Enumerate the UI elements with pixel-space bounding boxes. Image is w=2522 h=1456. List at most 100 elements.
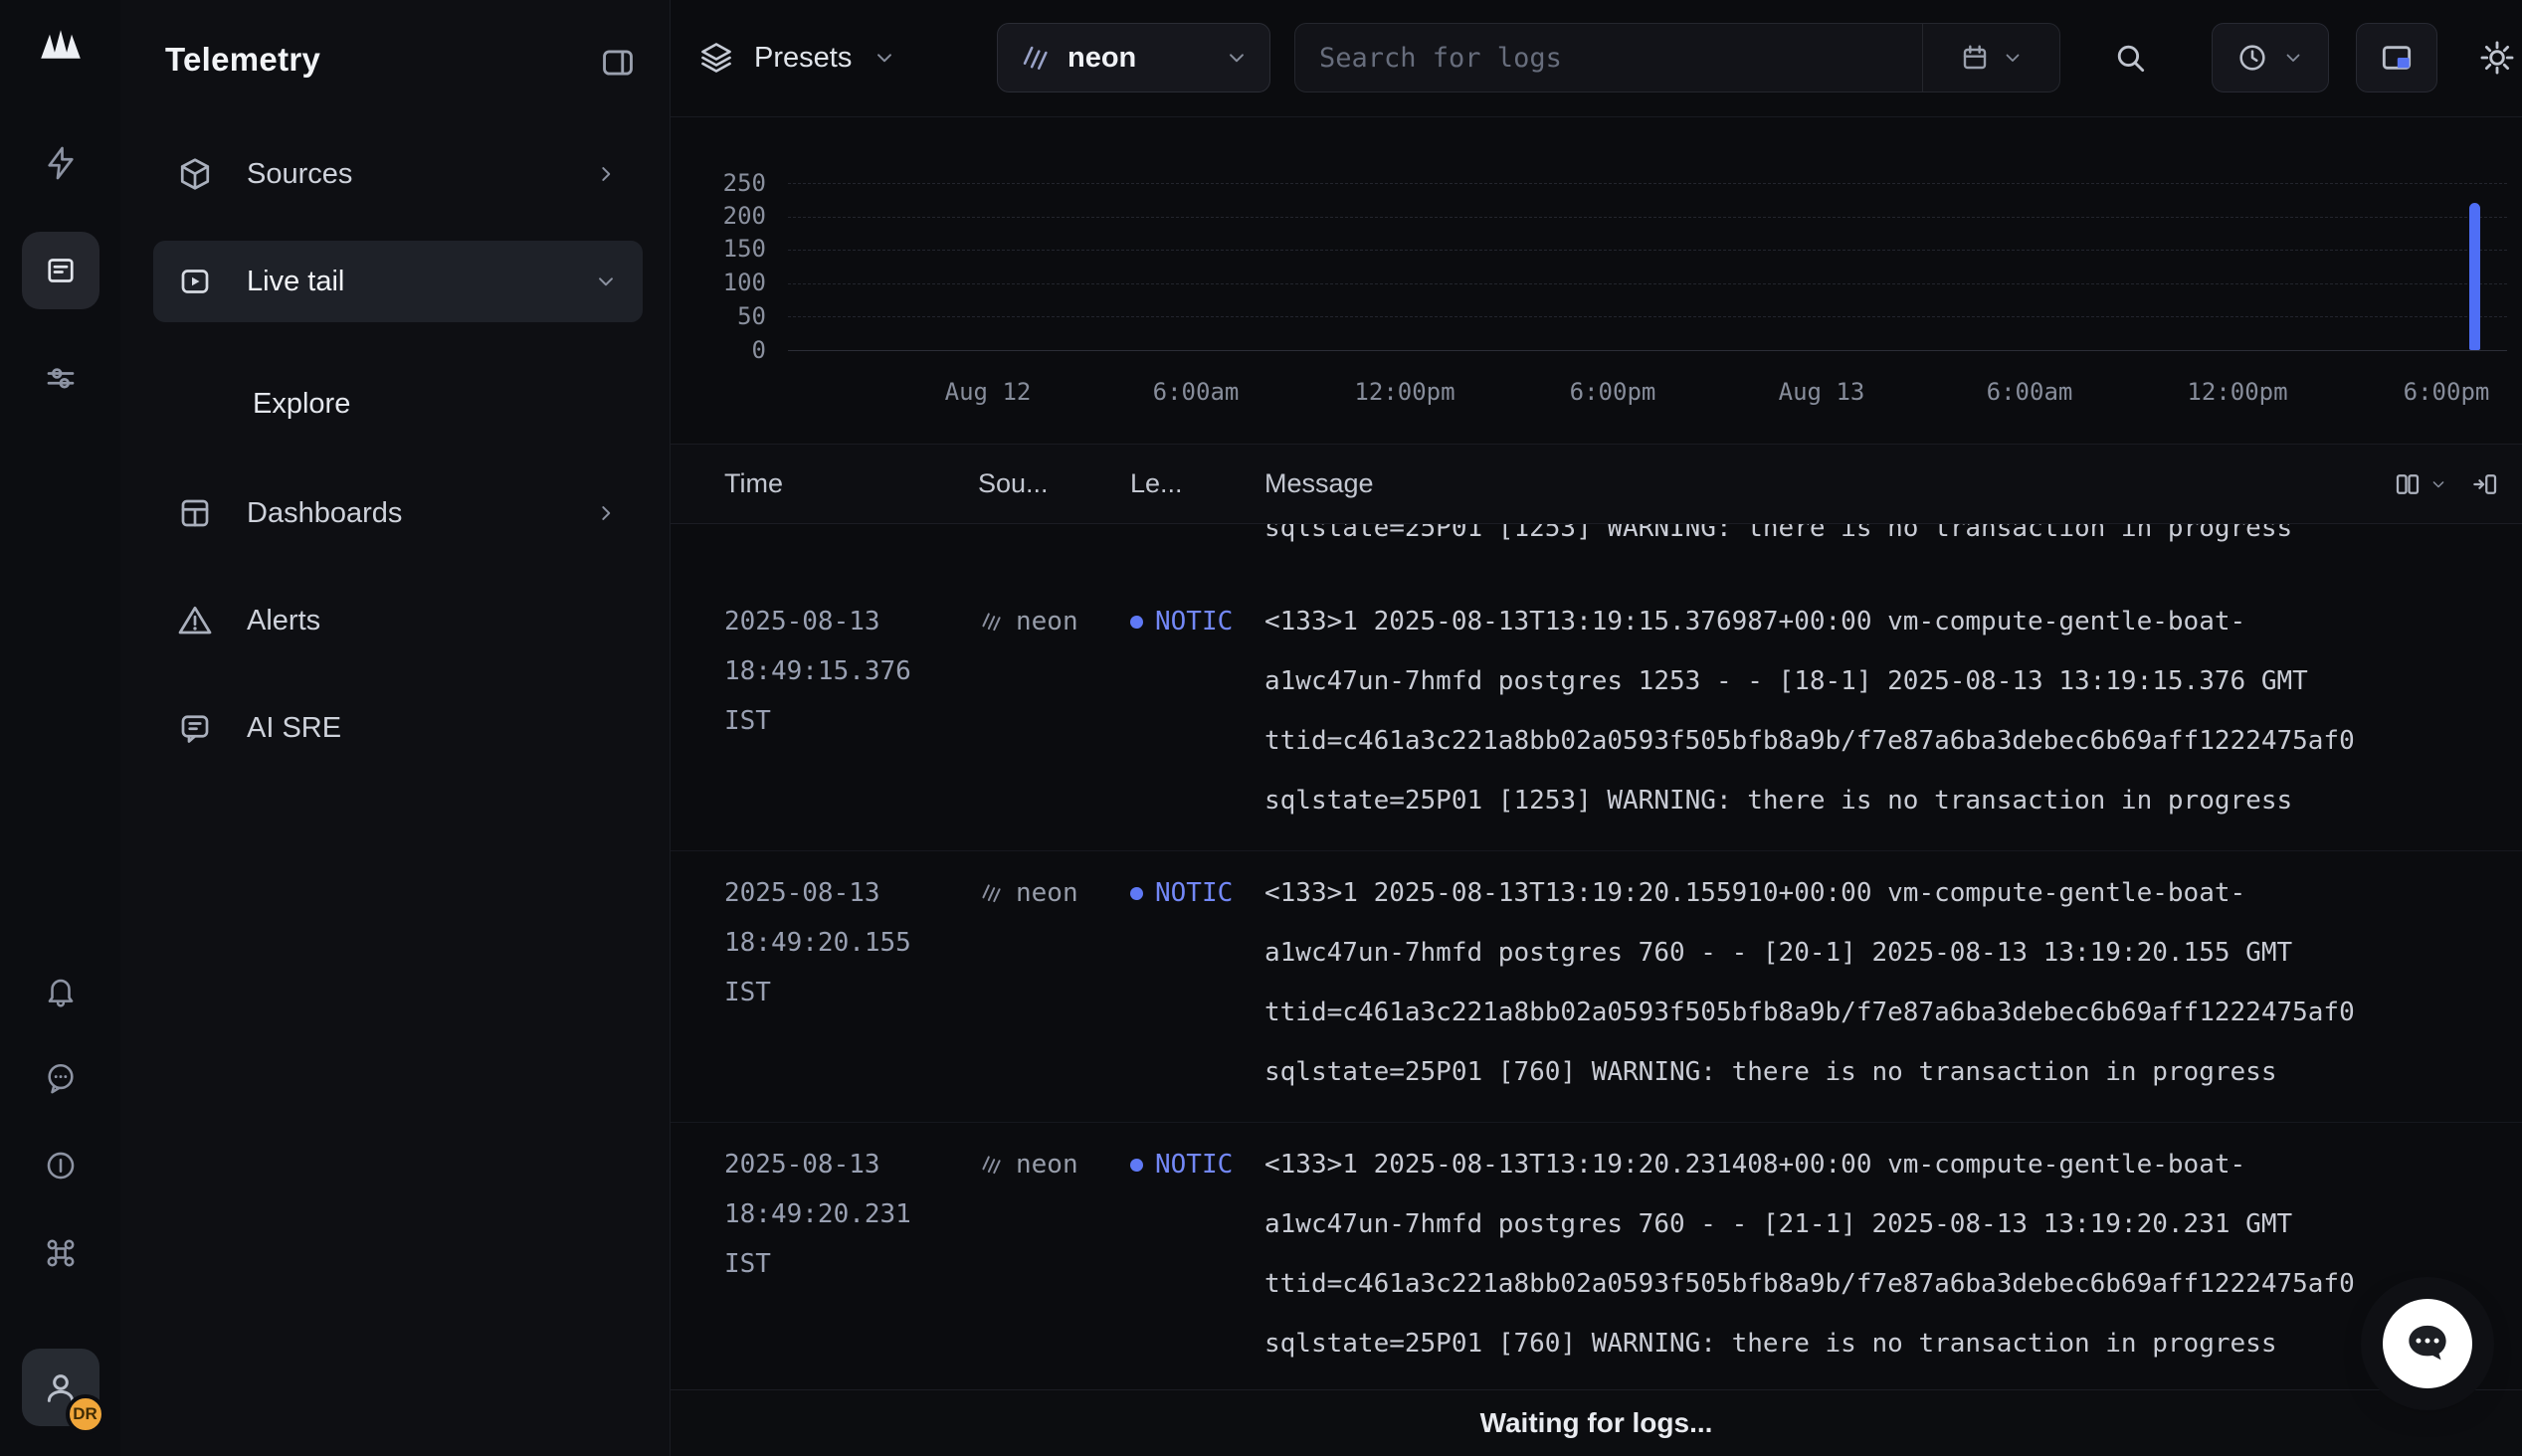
run-search-button[interactable] xyxy=(2100,23,2160,92)
y-tick-label: 100 xyxy=(671,269,766,296)
expand-columns-button[interactable] xyxy=(2470,469,2500,499)
main-content: Presets neon xyxy=(671,0,2522,1456)
bell-icon xyxy=(44,974,78,1007)
source-selector[interactable]: neon xyxy=(997,23,1270,92)
y-tick-label: 200 xyxy=(671,202,766,230)
x-tick-label: Aug 13 xyxy=(1779,378,1865,406)
save-view-button[interactable] xyxy=(2356,23,2437,92)
chat-dots-icon xyxy=(44,1061,78,1095)
message-icon xyxy=(177,710,213,746)
presets-label: Presets xyxy=(754,42,852,75)
page-title: Telemetry xyxy=(165,38,320,82)
sidebar-header: Telemetry xyxy=(153,30,643,133)
x-tick-label: Aug 12 xyxy=(945,378,1032,406)
y-tick-label: 250 xyxy=(671,169,766,197)
log-row-clipped[interactable]: sqlstate=25P01 [1253] WARNING: there is … xyxy=(671,524,2522,580)
grid-icon xyxy=(177,495,213,531)
presets-dropdown[interactable]: Presets xyxy=(688,23,907,92)
source-icon xyxy=(978,609,1004,635)
level-dot xyxy=(1130,1159,1143,1172)
gridline xyxy=(788,250,2507,251)
cube-icon xyxy=(177,156,213,192)
chevron-down-icon xyxy=(2428,474,2448,494)
command-icon xyxy=(44,1236,78,1270)
log-level: NOTIC xyxy=(1130,592,1264,651)
sidebar-item-label: Dashboards xyxy=(247,497,402,530)
chart-plot-area xyxy=(788,183,2507,350)
saved-filters-button[interactable] xyxy=(1922,24,2059,91)
log-message: <133>1 2025-08-13T13:19:15.376987+00:00 … xyxy=(1264,592,2522,830)
time-range-dropdown[interactable] xyxy=(2212,23,2329,92)
source-icon xyxy=(978,880,1004,906)
x-tick-label: 12:00pm xyxy=(1354,378,1455,406)
log-search-bar xyxy=(1294,23,2060,92)
log-level: NOTIC xyxy=(1130,1135,1264,1194)
user-avatar[interactable]: DR xyxy=(22,1349,99,1426)
chat-fab[interactable] xyxy=(2383,1299,2472,1388)
rail-item-quickstart[interactable] xyxy=(22,124,99,202)
sidebar-item-label: Live tail xyxy=(247,266,344,298)
chevron-down-icon xyxy=(2281,46,2305,70)
sidebar-item-label: Alerts xyxy=(247,605,320,637)
log-source: neon xyxy=(978,592,1130,651)
log-source: neon xyxy=(978,863,1130,923)
log-level: NOTIC xyxy=(1130,863,1264,923)
level-dot xyxy=(1130,887,1143,900)
settings-button[interactable] xyxy=(2467,23,2522,92)
log-row[interactable]: 2025-08-1318:49:15.376IST neon NOTIC <13… xyxy=(671,580,2522,851)
status-circle-icon xyxy=(44,1149,78,1183)
x-axis-line xyxy=(788,350,2507,351)
live-tail-icon xyxy=(177,264,213,299)
sidebar-item-sources[interactable]: Sources xyxy=(153,133,643,215)
log-message-clipped: sqlstate=25P01 [1253] WARNING: there is … xyxy=(1264,524,2522,558)
columns-icon xyxy=(2393,469,2423,499)
search-input[interactable] xyxy=(1295,24,1922,91)
sidebar-item-label: AI SRE xyxy=(247,712,341,745)
y-tick-label: 0 xyxy=(671,336,766,364)
calendar-icon xyxy=(1959,42,1991,74)
log-row[interactable]: 2025-08-1318:49:20.155IST neon NOTIC <13… xyxy=(671,851,2522,1123)
gridline xyxy=(788,316,2507,317)
feedback-button[interactable] xyxy=(35,1052,87,1104)
x-tick-label: 12:00pm xyxy=(2187,378,2287,406)
column-settings-button[interactable] xyxy=(2393,469,2448,499)
source-icon xyxy=(1018,41,1052,75)
sidebar-item-live-tail[interactable]: Live tail xyxy=(153,241,643,322)
search-icon xyxy=(2111,39,2149,77)
log-row[interactable]: 2025-08-1318:49:20.231IST neon NOTIC <13… xyxy=(671,1123,2522,1389)
notifications-button[interactable] xyxy=(35,965,87,1016)
log-message: <133>1 2025-08-13T13:19:20.155910+00:00 … xyxy=(1264,863,2522,1102)
app-logo[interactable] xyxy=(39,28,83,61)
chevron-down-icon xyxy=(1224,45,1250,71)
chevron-right-icon xyxy=(593,161,619,187)
column-header-source: Sou... xyxy=(978,468,1130,499)
x-tick-label: 6:00pm xyxy=(2404,378,2490,406)
layers-icon xyxy=(698,40,734,76)
rail-item-logs[interactable] xyxy=(22,232,99,309)
source-icon xyxy=(978,1152,1004,1178)
level-dot xyxy=(1130,616,1143,629)
sidebar-item-dashboards[interactable]: Dashboards xyxy=(153,472,643,554)
clock-icon xyxy=(2235,41,2269,75)
topbar: Presets neon xyxy=(671,0,2522,117)
y-tick-label: 150 xyxy=(671,235,766,263)
sidebar-item-explore[interactable]: Explore xyxy=(153,368,643,440)
waiting-for-logs-status: Waiting for logs... xyxy=(671,1389,2522,1456)
logs-icon xyxy=(43,253,79,288)
shortcuts-button[interactable] xyxy=(35,1227,87,1279)
x-tick-label: 6:00am xyxy=(1987,378,2073,406)
x-tick-label: 6:00pm xyxy=(1570,378,1656,406)
sidebar-item-ai-sre[interactable]: AI SRE xyxy=(153,687,643,769)
chevron-down-icon xyxy=(872,45,897,71)
collapse-sidebar-button[interactable] xyxy=(599,44,637,82)
log-table-body: sqlstate=25P01 [1253] WARNING: there is … xyxy=(671,524,2522,1389)
gridline xyxy=(788,183,2507,184)
panel-collapse-icon xyxy=(599,44,637,82)
log-message: <133>1 2025-08-13T13:19:20.231408+00:00 … xyxy=(1264,1135,2522,1373)
status-button[interactable] xyxy=(35,1140,87,1191)
user-initials-badge: DR xyxy=(66,1394,105,1434)
rail-item-metrics[interactable] xyxy=(22,339,99,417)
chart-bar[interactable] xyxy=(2469,203,2480,350)
chevron-right-icon xyxy=(593,500,619,526)
sidebar-item-alerts[interactable]: Alerts xyxy=(153,580,643,661)
